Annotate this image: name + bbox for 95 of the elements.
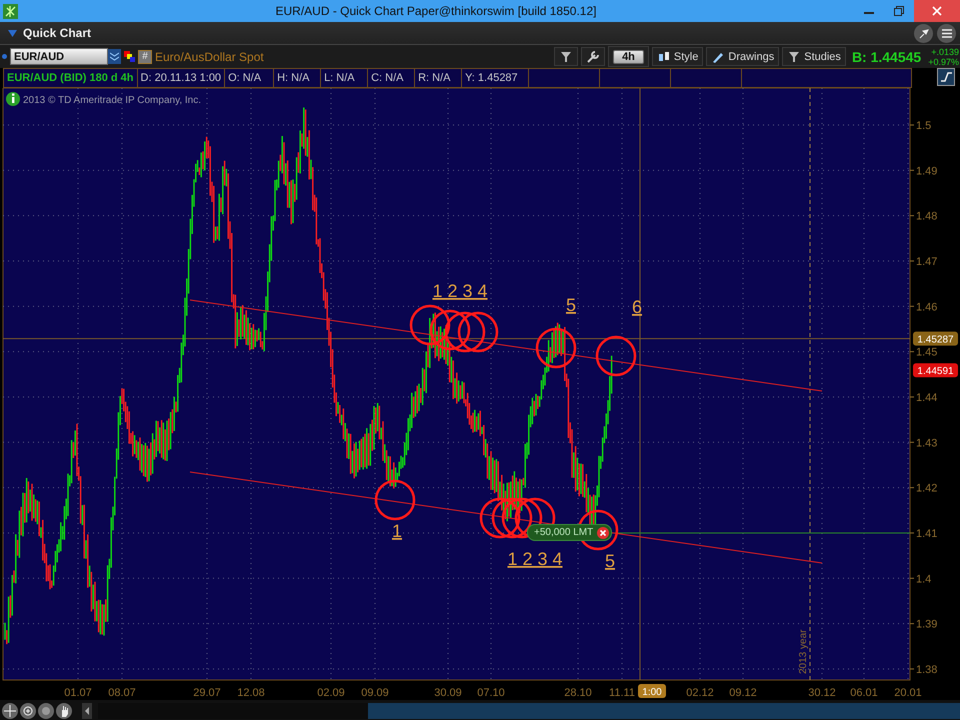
crosshair-price-badge: 1.45287 xyxy=(913,332,958,346)
zoom-in-icon xyxy=(22,704,34,716)
date-axis-label: 30.12 xyxy=(808,687,836,699)
last-price-badge: 1.44591 xyxy=(913,363,958,378)
circle-marker[interactable] xyxy=(480,498,520,538)
year-marker-label: 2013 year xyxy=(798,630,809,674)
price-axis-label: 1.5 xyxy=(916,120,932,132)
ohlc-readout: D: 20.11.13 1:00 xyxy=(138,69,226,87)
date-axis-label: 20.01 xyxy=(894,687,922,699)
price-axis-label: 1.41 xyxy=(916,528,938,540)
ohlc-readout: C: N/A xyxy=(368,69,416,87)
circle-icon xyxy=(40,704,52,716)
circle-marker[interactable] xyxy=(536,328,576,368)
style-button[interactable]: Style xyxy=(652,47,704,66)
price-axis-label: 1.4 xyxy=(916,573,932,586)
price-axis-label: 1.46 xyxy=(916,301,938,314)
wave-count-label: 1 2 3 4 xyxy=(432,281,488,301)
ohlc-readout: Y: 1.45287 xyxy=(462,69,530,87)
wrench-icon xyxy=(586,50,600,64)
close-icon xyxy=(932,6,942,16)
wave-count-label: 1 2 3 4 xyxy=(507,549,563,569)
zoom-out-button[interactable] xyxy=(38,702,54,718)
info-icon[interactable] xyxy=(6,92,20,106)
symbol-description: Euro/AusDollar Spot xyxy=(155,50,264,64)
crosshair-icon xyxy=(4,704,16,716)
circle-marker[interactable] xyxy=(444,312,486,352)
price-axis-label: 1.49 xyxy=(916,165,938,178)
link-dot-icon xyxy=(2,54,7,59)
pan-button[interactable] xyxy=(56,702,72,718)
date-axis-label: 02.09 xyxy=(317,687,345,699)
wave-count-label: 5 xyxy=(605,551,615,571)
order-label[interactable]: +50,000 LMT xyxy=(527,524,612,541)
date-axis-label: 09.09 xyxy=(361,687,389,699)
date-axis-label: 06.01 xyxy=(850,687,878,699)
percent-change: +0.97% xyxy=(928,56,959,66)
close-button[interactable] xyxy=(914,0,960,22)
date-axis-label: 29.07 xyxy=(193,687,221,699)
zoom-in-button[interactable] xyxy=(20,702,36,718)
trend-line[interactable] xyxy=(190,300,822,392)
hash-button[interactable]: # xyxy=(138,50,152,64)
app-icon xyxy=(3,4,18,18)
collapse-triangle-icon[interactable] xyxy=(8,30,17,36)
ohlc-readout: R: N/A xyxy=(415,69,462,87)
panel-title: Quick Chart xyxy=(23,26,92,40)
price-axis-label: 1.47 xyxy=(916,256,938,268)
wrench-button[interactable] xyxy=(581,47,606,66)
circle-marker[interactable] xyxy=(596,336,636,376)
price-axis-label: 1.42 xyxy=(916,482,938,495)
price-axis-label: 1.38 xyxy=(916,664,938,676)
candle-icon xyxy=(656,50,671,64)
symbol-field[interactable]: EUR/AUD xyxy=(10,48,108,65)
wave-count-label: 1 xyxy=(392,521,402,541)
net-change: +.0139 xyxy=(931,46,959,56)
circle-marker[interactable] xyxy=(410,304,450,346)
circle-marker[interactable] xyxy=(430,310,470,350)
dropdown-button[interactable] xyxy=(108,49,121,64)
drawings-button[interactable]: Drawings xyxy=(706,47,780,66)
menu-icon xyxy=(942,28,952,38)
circle-marker[interactable] xyxy=(492,498,532,538)
circle-marker[interactable] xyxy=(374,480,416,520)
aggregation-button[interactable]: 4h xyxy=(613,50,644,64)
date-axis-label: 07.10 xyxy=(477,687,505,699)
circle-marker[interactable] xyxy=(458,312,498,352)
scroll-left-icon[interactable] xyxy=(82,702,92,718)
price-axis-label: 1.48 xyxy=(916,210,938,223)
color-squares-icon[interactable] xyxy=(124,51,135,62)
date-axis-label: 28.10 xyxy=(564,687,592,699)
price-axis-label: 1.39 xyxy=(916,618,938,631)
scrollbar-thumb[interactable] xyxy=(368,702,960,718)
price-axis-label: 1.44 xyxy=(916,392,938,404)
date-axis-label: 02.12 xyxy=(686,687,714,699)
chart-mode-icon[interactable] xyxy=(937,68,955,86)
ohlc-readout: O: N/A xyxy=(225,69,274,87)
chart-series-label: EUR/AUD (BID) 180 d 4h xyxy=(4,69,138,87)
bid-price: B: 1.44545 xyxy=(852,48,922,64)
date-axis-label: 30.09 xyxy=(434,687,462,699)
ohlc-readout: H: N/A xyxy=(274,69,322,87)
crosshair-button[interactable] xyxy=(2,702,18,718)
wave-count-label: 5 xyxy=(566,295,576,315)
wave-count-label: 6 xyxy=(632,297,642,317)
copyright-text: 2013 © TD Ameritrade IP Company, Inc. xyxy=(23,95,202,106)
ohlc-readout: L: N/A xyxy=(321,69,368,87)
date-axis-label: 09.12 xyxy=(729,687,757,699)
date-axis-label: 12.08 xyxy=(237,687,265,699)
date-axis-label: 08.07 xyxy=(108,687,136,699)
date-axis-label: 01.07 xyxy=(64,687,92,699)
studies-button[interactable]: Studies xyxy=(782,47,846,66)
price-axis-label: 1.45 xyxy=(916,346,938,359)
price-axis-label: 1.43 xyxy=(916,437,938,450)
date-axis-label: 11.11 xyxy=(609,687,635,699)
window-title: EUR/AUD - Quick Chart Paper@thinkorswim [build 1850.12] xyxy=(274,4,598,18)
cancel-order-icon[interactable] xyxy=(597,526,610,538)
menu-button[interactable] xyxy=(937,24,956,42)
restore-icon xyxy=(894,6,904,16)
crosshair-time-badge: 1:00 xyxy=(638,684,666,698)
